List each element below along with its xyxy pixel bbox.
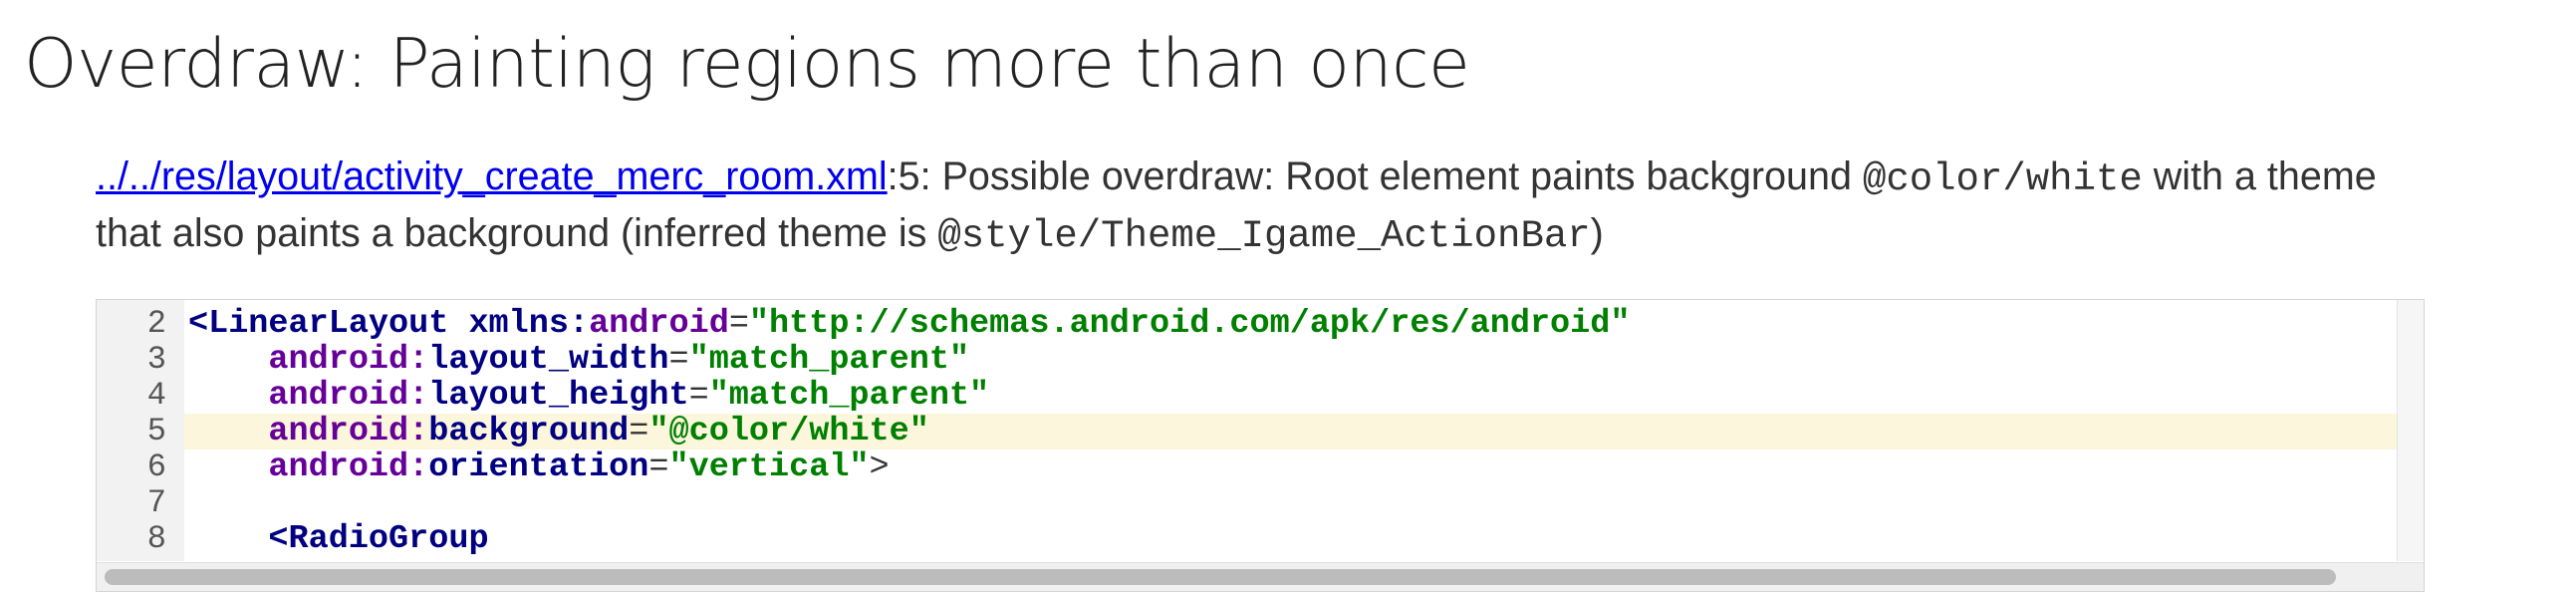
line-number: 5 [146,413,166,449]
page-title: Overdraw: Painting regions more than onc… [24,25,1470,104]
code-token: android [589,305,729,343]
code-line: 4 android:layout_height="match_parent" [97,377,2398,415]
issue-message: ../../res/layout/activity_create_merc_ro… [96,149,2447,263]
code-text: <RadioGroup [188,520,489,558]
code-token: orientation [428,448,649,486]
code-inline-color: @color/white [1862,157,2143,201]
code-token: <LinearLayout [188,305,449,343]
code-token: "match_parent" [708,377,990,415]
code-line: 2 <LinearLayout xmlns:android="http://sch… [97,305,2398,343]
code-token: android: [188,413,429,450]
code-token: layout_height [428,377,689,415]
code-token: <RadioGroup [188,520,489,558]
code-token: background [428,413,630,450]
code-text: android:layout_height="match_parent" [188,378,989,414]
code-text: <LinearLayout xmlns:android="http://sche… [188,306,1630,342]
code-inline-style: @style/Theme_Igame_ActionBar [937,214,1591,258]
line-reference: :5: [887,154,942,198]
code-text: android:background="@color/white" [188,413,929,450]
code-token: = [728,305,749,343]
message-text-3: ) [1590,211,1604,255]
code-text: android:orientation="vertical"> [188,448,890,486]
line-number: 2 [146,305,166,342]
file-link[interactable]: ../../res/layout/activity_create_merc_ro… [96,154,888,198]
line-number: 7 [146,484,166,521]
code-token: android: [188,377,429,415]
line-number: 4 [146,377,166,414]
code-line: 8 <RadioGroup [97,520,2398,558]
code-token: xmlns: [468,305,590,343]
code-token: = [668,341,689,379]
message-text-1: Possible overdraw: Root element paints b… [941,154,1863,198]
code-token: "match_parent" [688,341,970,379]
code-line: 5 android:background="@color/white" [97,414,2398,449]
code-line: 3 android:layout_width="match_parent" [97,341,2398,379]
vertical-scrollbar[interactable] [2397,300,2424,561]
code-token: "vertical" [668,448,870,486]
code-token: android: [188,448,429,486]
line-number: 6 [146,448,166,485]
code-text: android:layout_width="match_parent" [188,342,969,378]
code-token: android: [188,341,429,379]
code-token: "@color/white" [648,413,929,450]
line-number: 8 [146,520,166,557]
scrollbar-thumb[interactable] [105,569,2336,585]
code-token: layout_width [428,341,669,379]
code-token: = [688,377,709,415]
code-line: 6 android:orientation="vertical"> [97,448,2398,486]
line-number: 3 [146,341,166,378]
code-token: = [629,413,649,450]
code-line: 7 [97,485,2398,521]
horizontal-scrollbar[interactable] [97,562,2424,591]
code-token: = [648,448,669,486]
code-snippet-box: 2 <LinearLayout xmlns:android="http://sch… [96,299,2425,592]
code-token: "http://schemas.android.com/apk/res/andr… [748,305,1631,343]
code-token: > [869,448,890,486]
